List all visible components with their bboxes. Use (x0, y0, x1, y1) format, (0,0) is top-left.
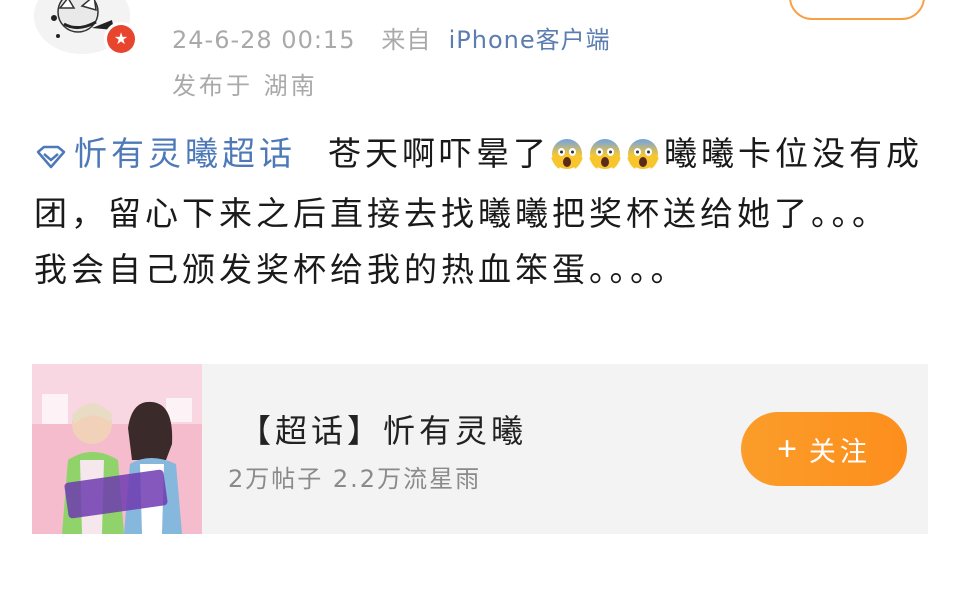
topic-link-label: 忻有灵曦超话 (74, 134, 296, 173)
top-follow-button[interactable] (789, 0, 925, 20)
post-text-part1: 苍天啊吓晕了 (328, 134, 550, 173)
post-source: iPhone客户端 (448, 26, 611, 54)
face-screaming-in-fear-icon (626, 132, 660, 169)
post-meta: 24-6-28 00:15 来自 iPhone客户端 (172, 20, 611, 55)
follow-button[interactable]: + 关注 (741, 412, 907, 486)
post-text: 忻有灵曦超话 苍天啊吓晕了 曦曦卡位没有成团，留心下来之后直接去找曦曦把奖杯送给她了… (34, 126, 934, 298)
vip-badge-icon: ★ (104, 22, 138, 56)
post-location: 发布于 湖南 (172, 72, 318, 100)
follow-button-label: 关注 (808, 436, 871, 467)
topic-link[interactable]: 忻有灵曦超话 (34, 134, 296, 173)
topic-card-stats: 2万帖子 2.2万流星雨 (228, 465, 482, 493)
face-screaming-in-fear-icon (588, 132, 622, 169)
topic-cover-image (32, 364, 202, 534)
post-timestamp: 24-6-28 00:15 (172, 26, 356, 54)
plus-icon: + (777, 430, 801, 468)
topic-card[interactable]: 【超话】忻有灵曦 2万帖子 2.2万流星雨 + 关注 (32, 364, 928, 534)
face-screaming-in-fear-icon (550, 132, 584, 169)
post-text-line2: 我会自己颁发奖杯给我的热血笨蛋。。。。 (34, 250, 688, 289)
topic-card-title: 【超话】忻有灵曦 (239, 412, 528, 450)
diamond-icon (34, 130, 68, 186)
from-label: 来自 (381, 26, 432, 54)
